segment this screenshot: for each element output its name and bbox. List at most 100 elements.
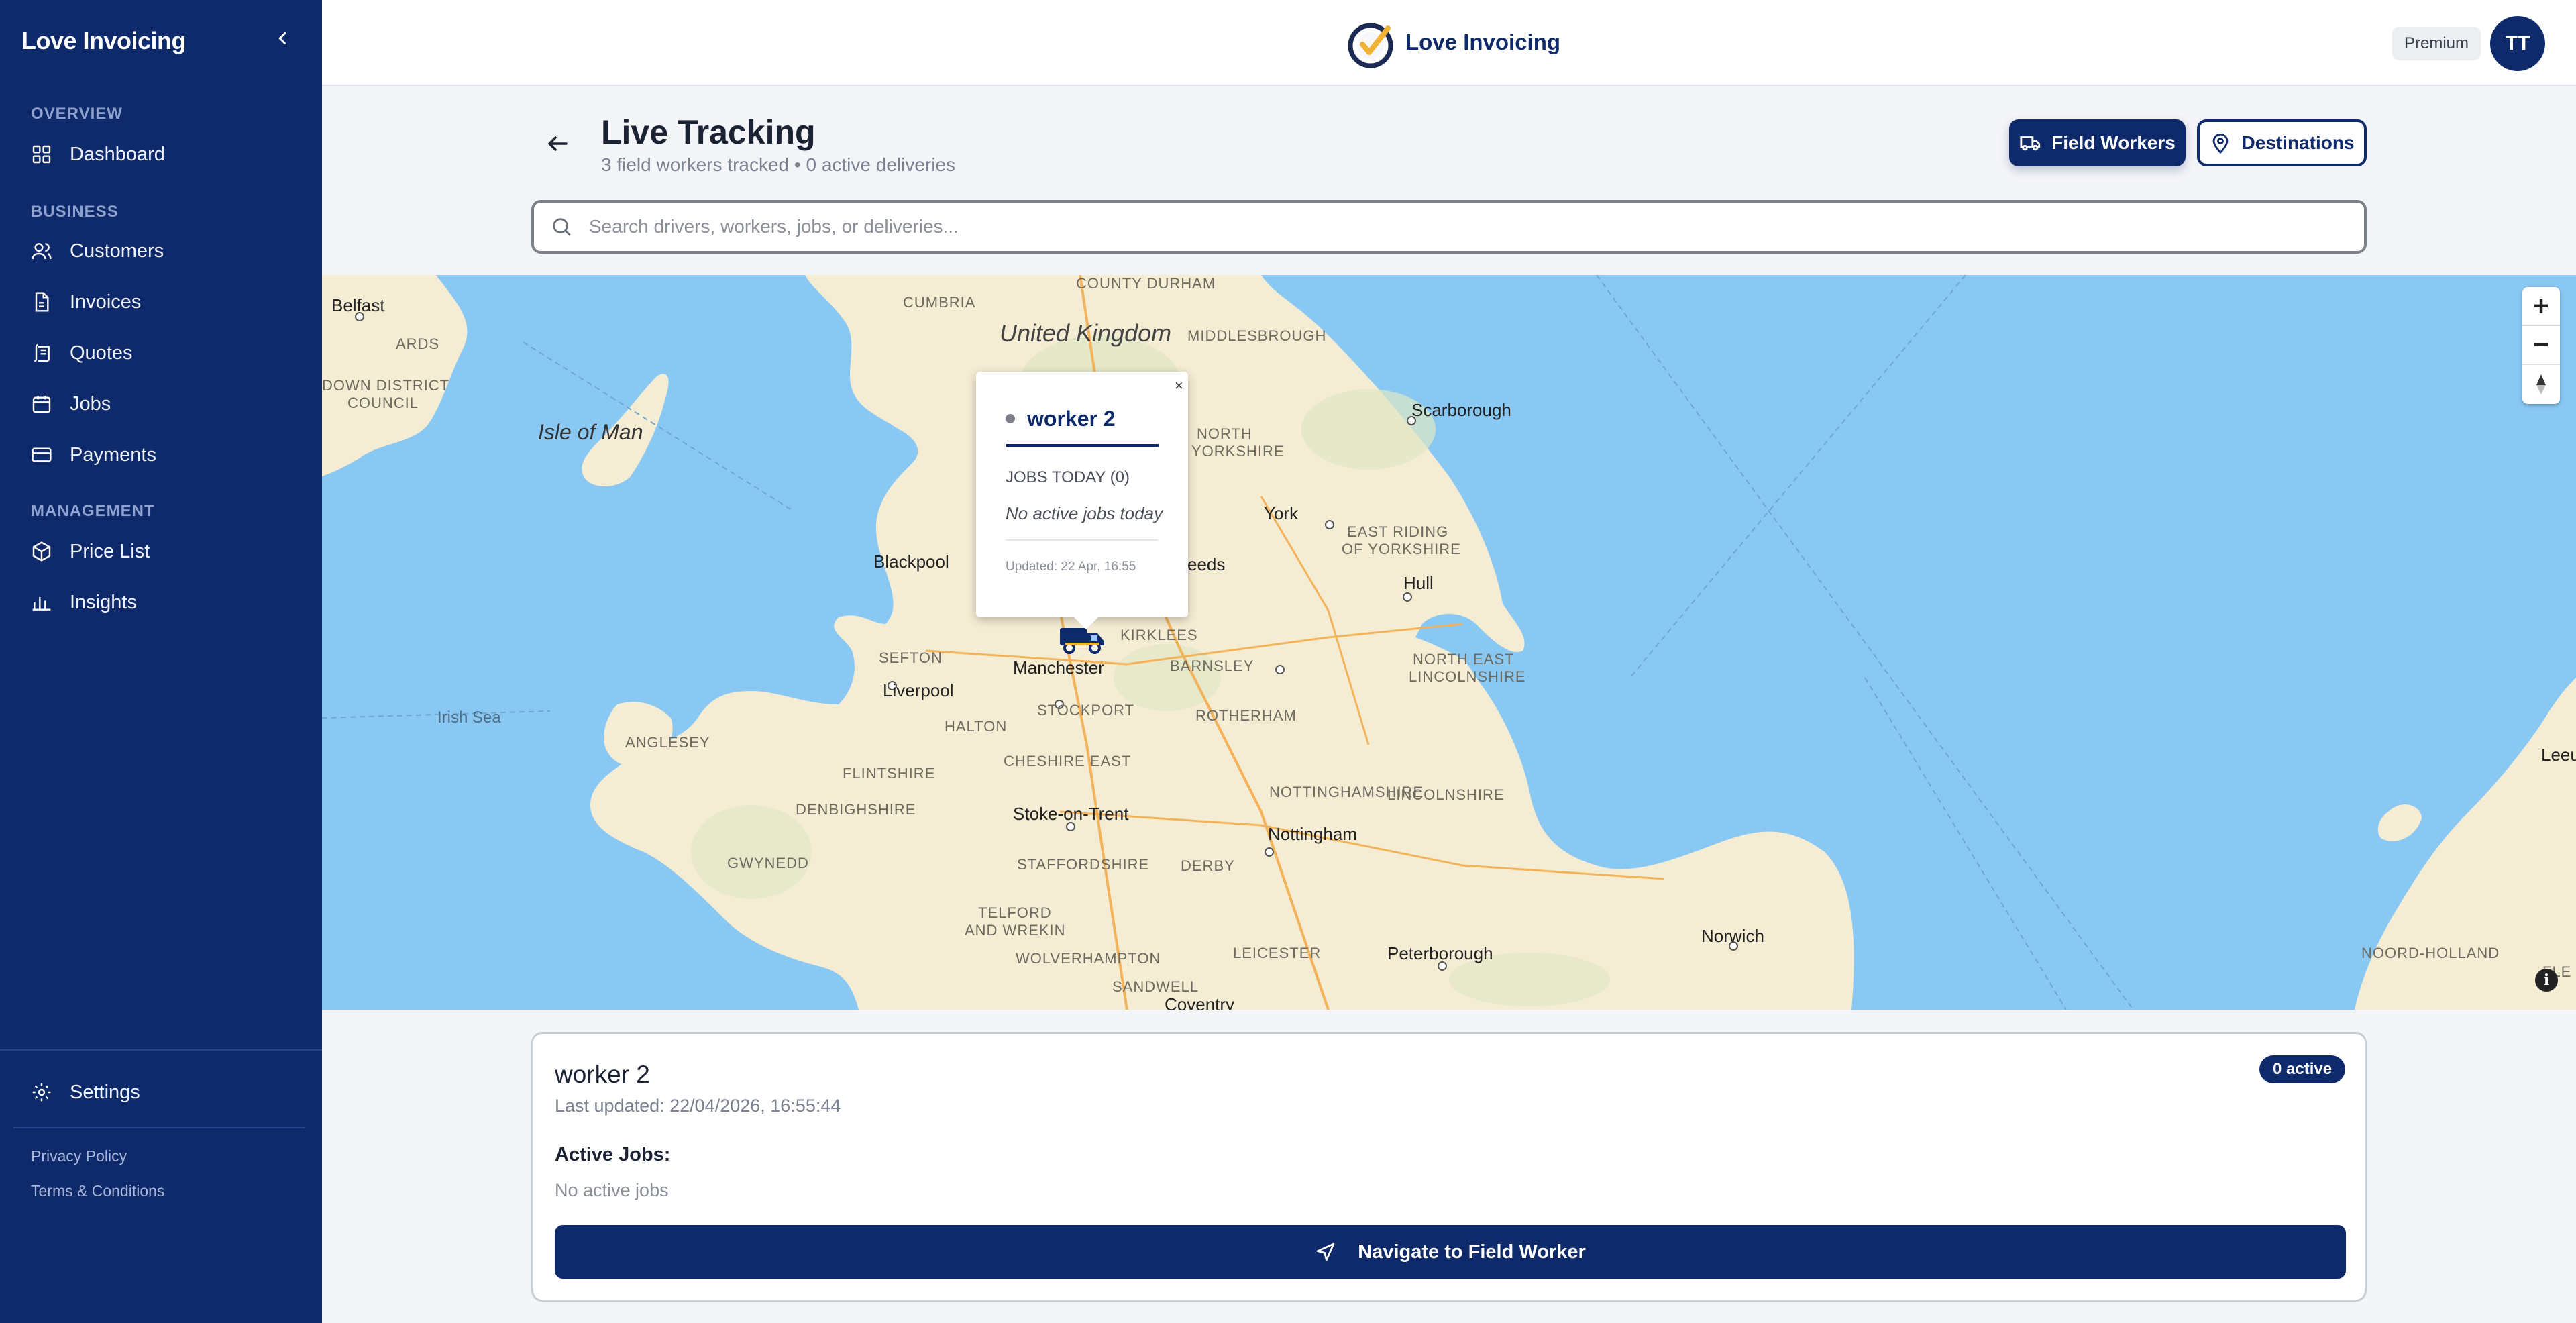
- sidebar-item-settings[interactable]: Settings: [31, 1075, 140, 1110]
- sidebar-brand[interactable]: Love Invoicing: [21, 27, 186, 55]
- map-label: Stoke-on-Trent: [1013, 804, 1129, 824]
- navigation-icon: [1316, 1242, 1335, 1261]
- sidebar-item-label: Dashboard: [70, 143, 165, 165]
- map-label: DENBIGHSHIRE: [796, 801, 916, 818]
- popup-jobs-today: JOBS TODAY (0): [1006, 468, 1130, 486]
- sidebar-item-label: Quotes: [70, 341, 133, 364]
- sidebar-divider: [13, 1127, 305, 1128]
- sidebar-item-quotes[interactable]: Quotes: [31, 335, 133, 370]
- zoom-in-button[interactable]: +: [2522, 287, 2560, 326]
- map-label: AND WREKIN: [965, 922, 1066, 939]
- map-label: SANDWELL: [1112, 978, 1199, 995]
- search-bar[interactable]: [531, 200, 2367, 254]
- map-label: COUNCIL: [347, 394, 419, 411]
- map-label: York: [1264, 503, 1299, 523]
- search-icon: [553, 218, 571, 236]
- sidebar-item-label: Settings: [70, 1081, 140, 1103]
- zoom-out-button[interactable]: −: [2522, 326, 2560, 365]
- worker-name: worker 2: [555, 1061, 650, 1088]
- map-label: Norwich: [1701, 926, 1764, 946]
- sidebar-item-label: Price List: [70, 540, 150, 562]
- popup-no-jobs: No active jobs today: [1006, 503, 1163, 523]
- calendar-icon: [32, 396, 51, 413]
- map-label: KIRKLEES: [1120, 627, 1198, 643]
- no-active-jobs: No active jobs: [555, 1180, 669, 1200]
- sidebar: Love Invoicing OVERVIEW Dashboard BUSINE…: [0, 0, 322, 1323]
- navigate-label: Navigate to Field Worker: [1358, 1240, 1586, 1263]
- compass-button[interactable]: [2522, 365, 2560, 404]
- popup-updated: Updated: 22 Apr, 16:55: [1006, 560, 1136, 574]
- map-label: Blackpool: [873, 551, 949, 572]
- sidebar-item-label: Payments: [70, 443, 156, 466]
- popup-divider: [1006, 444, 1159, 447]
- map-label: Peterborough: [1387, 943, 1493, 963]
- logo-icon[interactable]: [1345, 17, 1399, 71]
- sidebar-item-label: Insights: [70, 591, 137, 613]
- map-label: OF YORKSHIRE: [1342, 541, 1461, 558]
- map-label: BARNSLEY: [1170, 657, 1254, 674]
- section-business: BUSINESS: [31, 203, 119, 221]
- sidebar-item-label: Jobs: [70, 392, 111, 415]
- bar-chart-icon: [32, 597, 51, 611]
- search-input[interactable]: [589, 216, 2266, 237]
- map-label: STOCKPORT: [1037, 702, 1135, 719]
- status-badge: 0 active: [2259, 1055, 2346, 1083]
- map-label: eeds: [1187, 554, 1226, 574]
- chevron-left-icon[interactable]: [272, 28, 292, 48]
- app-title: Love Invoicing: [1405, 30, 1561, 54]
- map-label: LINCOLNSHIRE: [1409, 668, 1526, 685]
- map-label: United Kingdom: [1000, 319, 1172, 347]
- sidebar-item-label: Customers: [70, 240, 164, 262]
- map-label: LINCOLNSHIRE: [1387, 786, 1505, 803]
- topbar: Love Invoicing Premium TT: [322, 0, 2576, 86]
- map-label: Isle of Man: [538, 420, 643, 444]
- map-label: COUNTY DURHAM: [1076, 275, 1216, 292]
- map-label: ANGLESEY: [625, 734, 710, 751]
- map-pin-icon: [2213, 133, 2229, 154]
- field-workers-label: Field Workers: [2051, 132, 2176, 153]
- popup-separator: [1006, 539, 1159, 541]
- arrow-left-icon[interactable]: [543, 131, 573, 156]
- map-label: Leeu: [2541, 745, 2576, 765]
- sidebar-item-insights[interactable]: Insights: [31, 585, 137, 620]
- dashboard-icon: [32, 145, 51, 164]
- sidebar-item-price-list[interactable]: Price List: [31, 534, 150, 569]
- sidebar-item-label: Invoices: [70, 290, 142, 313]
- map-label: DOWN DISTRICT: [322, 377, 450, 394]
- page-title: Live Tracking: [601, 113, 816, 151]
- map-zoom-controls: + −: [2522, 287, 2560, 404]
- sidebar-item-invoices[interactable]: Invoices: [31, 284, 141, 319]
- map-label: NORTH: [1197, 425, 1252, 442]
- sidebar-divider: [0, 1049, 322, 1051]
- map-label: Liverpool: [883, 680, 954, 700]
- map-label: Coventry: [1165, 994, 1235, 1010]
- map-label: GWYNEDD: [727, 855, 809, 871]
- destinations-label: Destinations: [2241, 132, 2355, 153]
- close-icon[interactable]: ×: [1175, 377, 1183, 394]
- package-icon: [32, 541, 51, 562]
- destinations-button[interactable]: Destinations: [2197, 119, 2367, 166]
- sidebar-item-dashboard[interactable]: Dashboard: [31, 137, 165, 172]
- sidebar-item-customers[interactable]: Customers: [31, 233, 164, 268]
- page-subtitle: 3 field workers tracked • 0 active deliv…: [601, 154, 956, 175]
- navigate-button[interactable]: Navigate to Field Worker: [555, 1225, 2346, 1279]
- section-management: MANAGEMENT: [31, 502, 155, 520]
- gear-icon: [32, 1083, 51, 1102]
- map-label: NORTH EAST: [1413, 651, 1515, 668]
- sidebar-item-payments[interactable]: Payments: [31, 437, 156, 472]
- map-view[interactable]: Belfast CUMBRIA COUNTY DURHAM United Kin…: [322, 275, 2576, 1010]
- sidebar-item-jobs[interactable]: Jobs: [31, 386, 111, 421]
- active-jobs-label: Active Jobs:: [555, 1144, 671, 1165]
- map-info-button[interactable]: i: [2535, 969, 2558, 992]
- avatar[interactable]: TT: [2490, 16, 2545, 71]
- popup-worker-name: worker 2: [1027, 407, 1116, 431]
- terms-link[interactable]: Terms & Conditions: [31, 1182, 164, 1200]
- map-label: Nottingham: [1268, 824, 1357, 844]
- users-icon: [32, 243, 52, 260]
- map-label: ROTHERHAM: [1195, 707, 1297, 724]
- field-workers-button[interactable]: Field Workers: [2009, 119, 2186, 166]
- map-label: WOLVERHAMPTON: [1016, 950, 1161, 967]
- privacy-policy-link[interactable]: Privacy Policy: [31, 1147, 127, 1165]
- map-label: CUMBRIA: [903, 294, 976, 311]
- map-label: Belfast: [331, 295, 385, 315]
